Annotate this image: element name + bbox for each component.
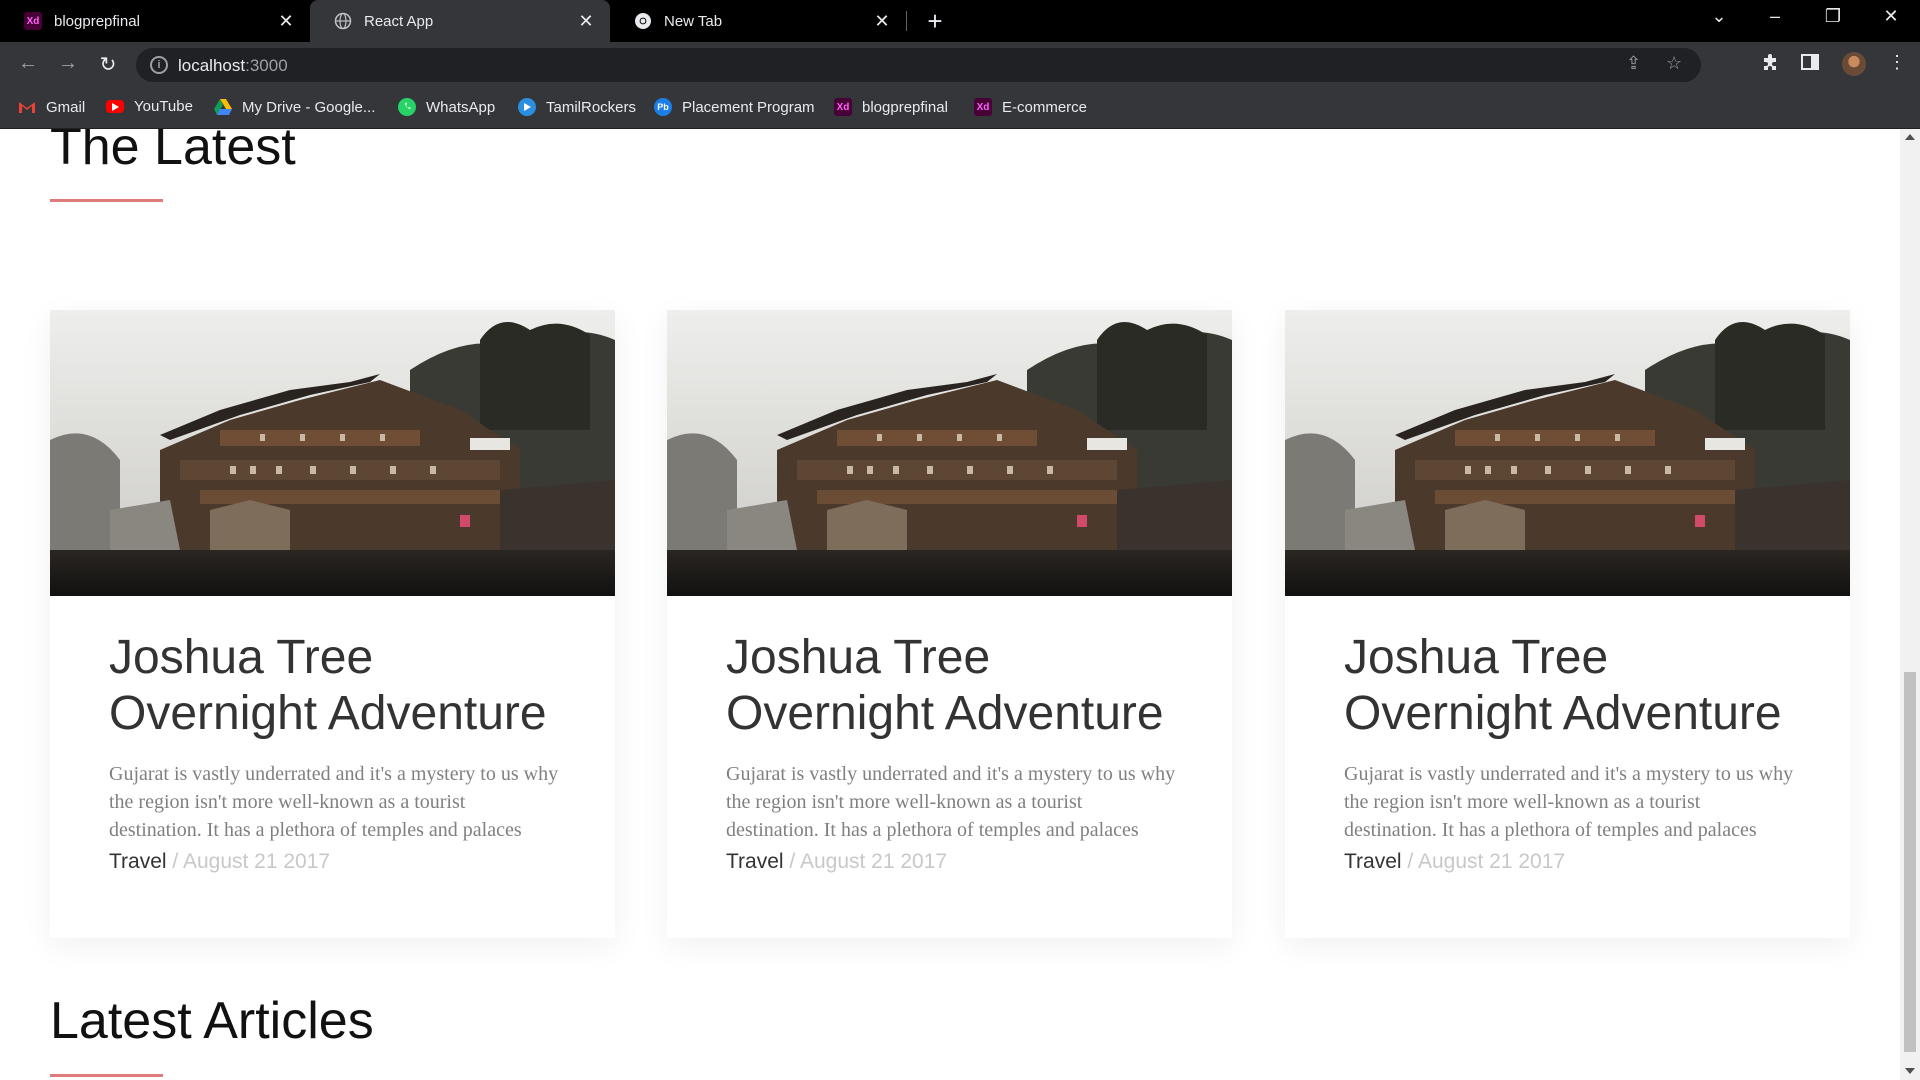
card-title-line1: Joshua Tree — [726, 631, 991, 684]
card-image[interactable] — [50, 310, 615, 596]
scrollbar-thumb[interactable] — [1904, 672, 1916, 1052]
card-title-line1: Joshua Tree — [109, 631, 374, 684]
extensions-icon[interactable] — [1760, 52, 1780, 77]
card-title-line1: Joshua Tree — [1344, 631, 1609, 684]
placement-icon: Pb — [654, 98, 672, 116]
tab-divider — [906, 11, 907, 31]
minimize-button[interactable]: – — [1760, 6, 1790, 27]
reload-button[interactable]: ↻ — [94, 52, 122, 77]
card-image[interactable] — [1285, 310, 1850, 596]
card-meta: Travel / August 21 2017 — [1344, 850, 1565, 874]
card-meta: Travel / August 21 2017 — [726, 850, 947, 874]
bookmark-placement-program[interactable]: Pb Placement Program — [654, 98, 815, 116]
bookmark-label: WhatsApp — [426, 98, 496, 116]
whatsapp-icon — [398, 98, 416, 116]
restore-button[interactable]: ❐ — [1818, 6, 1848, 27]
card-date: August 21 2017 — [1417, 850, 1566, 873]
bookmark-label: Gmail — [46, 98, 86, 116]
card-title-line2: Overnight Adventure — [1344, 687, 1782, 740]
card-category[interactable]: Travel — [726, 850, 784, 873]
meta-separator: / — [172, 850, 179, 873]
close-window-button[interactable]: ✕ — [1876, 6, 1906, 27]
card-image[interactable] — [667, 310, 1232, 596]
meta-separator: / — [789, 850, 796, 873]
tab-search-icon[interactable]: ⌄ — [1704, 6, 1734, 27]
tab-react-app[interactable]: React App ✕ — [310, 0, 610, 42]
menu-icon[interactable]: ⋮ — [1888, 52, 1906, 73]
youtube-icon — [106, 100, 124, 113]
address-bar[interactable]: i localhost:3000 ☆ ⇪ — [136, 48, 1701, 82]
xd-icon: Xd — [24, 12, 42, 30]
address-url: localhost:3000 — [178, 56, 288, 76]
forward-button[interactable]: → — [54, 52, 82, 75]
page-viewport: The Latest Joshua Tree Overnight Adventu… — [0, 129, 1900, 1080]
drive-icon — [214, 98, 232, 116]
share-icon[interactable]: ⇪ — [1626, 53, 1641, 74]
close-icon[interactable]: ✕ — [276, 11, 296, 32]
bookmark-star-icon[interactable]: ☆ — [1666, 53, 1682, 74]
bookmark-label: blogprepfinal — [862, 98, 948, 116]
card-date: August 21 2017 — [182, 850, 331, 873]
bookmarks-bar: Gmail YouTube My Drive - Google... Whats… — [0, 88, 1920, 129]
article-card[interactable]: Joshua Tree Overnight Adventure Gujarat i… — [667, 310, 1232, 938]
meta-separator: / — [1407, 850, 1414, 873]
card-meta: Travel / August 21 2017 — [109, 850, 330, 874]
card-excerpt: Gujarat is vastly underrated and it's a … — [109, 763, 559, 841]
section-title-latest: The Latest — [50, 129, 296, 176]
bookmark-label: Placement Program — [682, 98, 815, 116]
bookmark-youtube[interactable]: YouTube — [106, 98, 193, 115]
profile-avatar[interactable] — [1842, 52, 1866, 76]
section-underline — [50, 199, 163, 202]
card-title-line2: Overnight Adventure — [109, 687, 547, 740]
tab-strip: Xd blogprepfinal ✕ React App ✕ New Tab ✕… — [0, 0, 1920, 42]
scroll-up-arrow-icon[interactable] — [1905, 134, 1915, 140]
article-card[interactable]: Joshua Tree Overnight Adventure Gujarat i… — [50, 310, 615, 938]
card-category[interactable]: Travel — [1344, 850, 1402, 873]
section-title-latest-articles: Latest Articles — [50, 992, 374, 1050]
tamilrockers-icon — [518, 98, 536, 116]
url-port: :3000 — [245, 56, 288, 75]
card-title[interactable]: Joshua Tree Overnight Adventure — [1344, 630, 1814, 742]
scroll-down-arrow-icon[interactable] — [1905, 1068, 1915, 1074]
card-date: August 21 2017 — [799, 850, 948, 873]
card-category[interactable]: Travel — [109, 850, 167, 873]
back-button[interactable]: ← — [14, 52, 42, 75]
card-title-line2: Overnight Adventure — [726, 687, 1164, 740]
globe-icon — [334, 12, 352, 30]
xd-icon: Xd — [834, 98, 852, 116]
bookmark-label: E-commerce — [1002, 98, 1088, 116]
card-excerpt: Gujarat is vastly underrated and it's a … — [726, 763, 1176, 841]
section-underline — [50, 1074, 163, 1077]
bookmark-gmail[interactable]: Gmail — [18, 98, 85, 116]
close-icon[interactable]: ✕ — [576, 11, 596, 32]
article-card[interactable]: Joshua Tree Overnight Adventure Gujarat i… — [1285, 310, 1850, 938]
card-title[interactable]: Joshua Tree Overnight Adventure — [726, 630, 1196, 742]
bookmark-label: YouTube — [134, 98, 193, 115]
bookmark-blogprepfinal[interactable]: Xd blogprepfinal — [834, 98, 948, 116]
bookmark-label: My Drive - Google... — [242, 98, 376, 116]
url-host: localhost — [178, 56, 246, 75]
bookmark-whatsapp[interactable]: WhatsApp — [398, 98, 495, 116]
tab-new-tab[interactable]: New Tab ✕ — [610, 0, 906, 42]
bookmark-tamilrockers[interactable]: TamilRockers — [518, 98, 636, 116]
tab-blogprepfinal[interactable]: Xd blogprepfinal ✕ — [0, 0, 310, 42]
close-icon[interactable]: ✕ — [872, 11, 892, 32]
chrome-icon — [634, 12, 652, 30]
browser-toolbar: ← → ↻ i localhost:3000 ☆ ⇪ — [0, 42, 1920, 88]
gmail-icon — [18, 98, 36, 116]
tab-title: blogprepfinal — [54, 12, 140, 30]
new-tab-button[interactable]: + — [920, 6, 950, 37]
tab-title: New Tab — [664, 12, 723, 30]
xd-icon: Xd — [974, 98, 992, 116]
bookmark-e-commerce[interactable]: Xd E-commerce — [974, 98, 1087, 116]
card-title[interactable]: Joshua Tree Overnight Adventure — [109, 630, 579, 742]
site-info-icon[interactable]: i — [150, 56, 168, 74]
card-excerpt: Gujarat is vastly underrated and it's a … — [1344, 763, 1794, 841]
bookmark-label: TamilRockers — [546, 98, 637, 116]
bookmark-my-drive[interactable]: My Drive - Google... — [214, 98, 375, 116]
page-scrollbar[interactable] — [1900, 129, 1920, 1080]
tab-title: React App — [364, 12, 434, 30]
side-panel-icon[interactable] — [1800, 52, 1820, 77]
